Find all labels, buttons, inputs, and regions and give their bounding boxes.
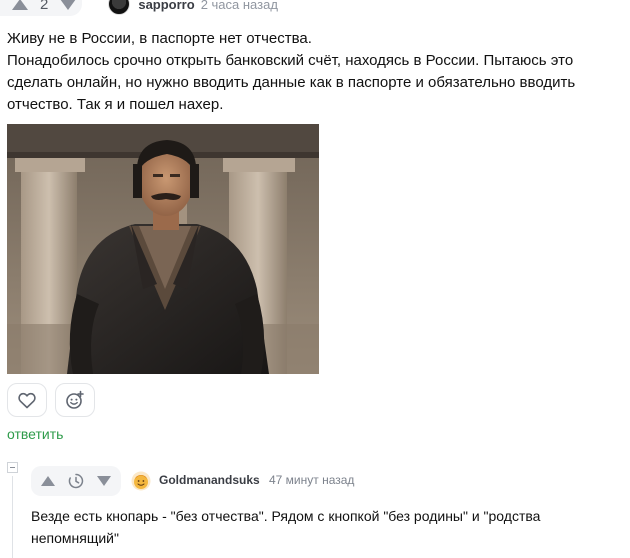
minus-icon <box>10 467 15 468</box>
downvote-arrow-icon[interactable] <box>97 476 111 486</box>
reply-author[interactable]: Goldmanandsuks <box>159 473 260 487</box>
vote-box: 2 <box>0 0 83 16</box>
upvote-arrow-icon[interactable] <box>12 0 28 10</box>
smiley-avatar-icon[interactable] <box>131 471 151 491</box>
comment-thread: 2 sapporro 2 часа назад Живу не в России… <box>0 0 630 558</box>
reply-vote-box <box>31 466 121 496</box>
comment-header: 2 sapporro 2 часа назад <box>0 0 630 16</box>
downvote-arrow-icon[interactable] <box>60 0 77 10</box>
comment-paragraph: Понадобилось срочно открыть банковский с… <box>7 52 576 113</box>
comment-photo[interactable] <box>7 124 319 374</box>
emoji-add-icon <box>66 390 84 409</box>
add-reaction-button[interactable] <box>55 383 95 417</box>
reply-link[interactable]: ответить <box>7 426 63 442</box>
comment-time[interactable]: 2 часа назад <box>201 0 278 12</box>
clock-icon <box>68 473 84 489</box>
comment-body: Живу не в России, в паспорте нет отчеств… <box>7 28 619 116</box>
avatar[interactable] <box>108 0 131 15</box>
thread-line[interactable] <box>12 476 13 558</box>
heart-icon <box>18 392 36 408</box>
vote-count: 2 <box>40 0 49 13</box>
reply-time[interactable]: 47 минут назад <box>269 473 354 487</box>
reply-body: Везде есть кнопарь - "без отчества". Ряд… <box>31 508 541 546</box>
comment-paragraph: Живу не в России, в паспорте нет отчеств… <box>7 30 312 47</box>
upvote-arrow-icon[interactable] <box>41 476 55 486</box>
comment-author[interactable]: sapporro <box>138 0 194 12</box>
like-button[interactable] <box>7 383 47 417</box>
collapse-thread-button[interactable] <box>7 462 18 473</box>
